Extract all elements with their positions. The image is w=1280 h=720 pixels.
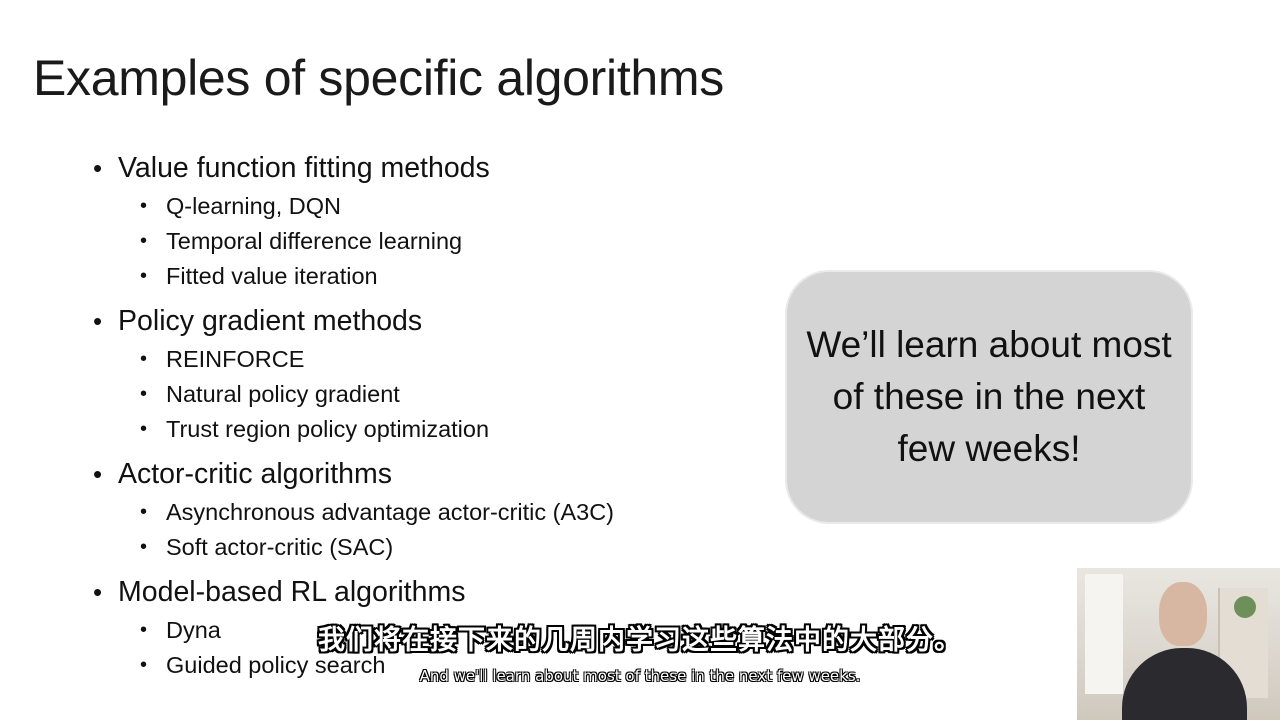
- sub-bullet-sac: Soft actor-critic (SAC): [93, 530, 753, 565]
- sublist-actor-critic: Asynchronous advantage actor-critic (A3C…: [93, 495, 753, 565]
- sub-bullet-natural-policy-gradient: Natural policy gradient: [93, 377, 753, 412]
- callout-box: We’ll learn about most of these in the n…: [785, 270, 1193, 524]
- subtitle-english: And we'll learn about most of these in t…: [419, 667, 861, 685]
- subtitle-chinese: 我们将在接下来的几周内学习这些算法中的大部分。: [318, 625, 962, 656]
- callout-text: We’ll learn about most of these in the n…: [806, 324, 1172, 469]
- sublist-policy-gradient: REINFORCE Natural policy gradient Trust …: [93, 342, 753, 447]
- bullet-model-based-rl: Model-based RL algorithms: [93, 571, 753, 613]
- bullet-list: Value function fitting methods Q-learnin…: [93, 147, 753, 689]
- watermark: [1170, 14, 1260, 26]
- sub-bullet-trpo: Trust region policy optimization: [93, 412, 753, 447]
- sublist-value-function-fitting: Q-learning, DQN Temporal difference lear…: [93, 189, 753, 294]
- slide-title: Examples of specific algorithms: [33, 50, 724, 106]
- sub-bullet-reinforce: REINFORCE: [93, 342, 753, 377]
- sub-bullet-a3c: Asynchronous advantage actor-critic (A3C…: [93, 495, 753, 530]
- sub-bullet-td-learning: Temporal difference learning: [93, 224, 753, 259]
- webcam-plant: [1234, 596, 1256, 618]
- bullet-policy-gradient: Policy gradient methods: [93, 300, 753, 342]
- sub-bullet-q-learning: Q-learning, DQN: [93, 189, 753, 224]
- bullet-value-function-fitting: Value function fitting methods: [93, 147, 753, 189]
- sub-bullet-fitted-value-iteration: Fitted value iteration: [93, 259, 753, 294]
- bullet-actor-critic: Actor-critic algorithms: [93, 453, 753, 495]
